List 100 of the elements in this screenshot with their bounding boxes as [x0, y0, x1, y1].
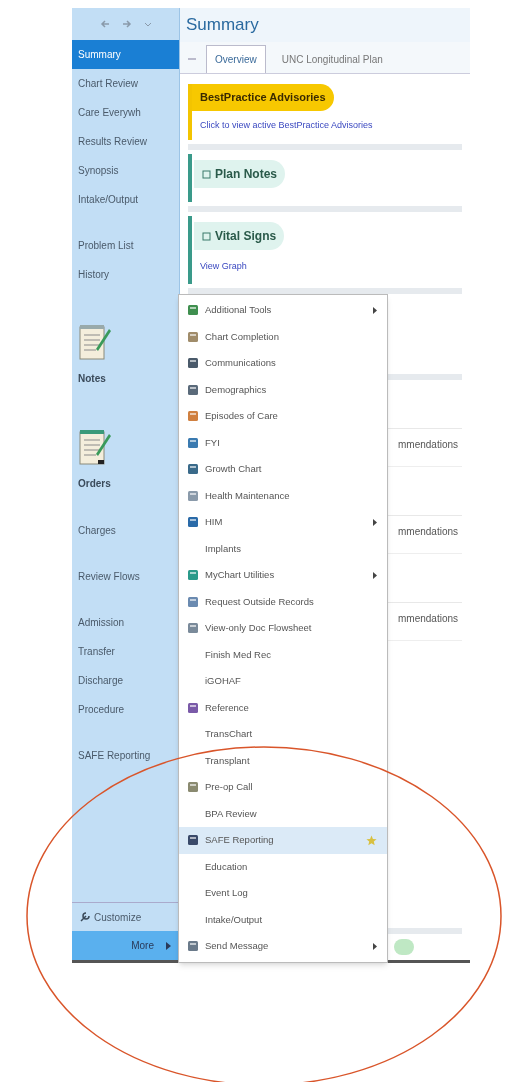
menu-item-icon	[187, 516, 199, 529]
sidebar-item[interactable]: Problem List	[72, 231, 179, 260]
menu-item-icon	[187, 781, 199, 794]
forward-arrow-icon[interactable]	[121, 19, 132, 29]
more-button[interactable]: More	[72, 931, 179, 960]
sidebar-item[interactable]: Results Review	[72, 127, 179, 156]
advisory-link[interactable]: Click to view active BestPractice Advisories	[192, 110, 462, 140]
menu-item[interactable]: Request Outside Records	[179, 588, 387, 615]
clipboard-icon	[78, 428, 112, 466]
recommendations-text: mmendations	[397, 611, 459, 626]
menu-item[interactable]: MyChart Utilities	[179, 562, 387, 589]
menu-item-icon	[187, 595, 199, 608]
wrench-icon	[80, 912, 90, 922]
menu-item-label: FYI	[205, 435, 221, 450]
menu-item[interactable]: Growth Chart	[179, 456, 387, 483]
sidebar-item[interactable]: Synopsis	[72, 156, 179, 185]
menu-item-label: Additional Tools	[205, 303, 273, 318]
menu-item[interactable]: Additional Tools	[179, 297, 387, 324]
menu-item-icon	[187, 436, 199, 449]
menu-item[interactable]: Event Log	[179, 880, 387, 907]
menu-item-label: Growth Chart	[205, 462, 263, 477]
status-pill-icon	[394, 939, 414, 955]
star-icon	[366, 834, 377, 846]
menu-item-label: Reference	[205, 700, 250, 715]
submenu-arrow-icon	[373, 518, 377, 526]
menu-item-label: View-only Doc Flowsheet	[205, 621, 313, 636]
menu-item[interactable]: Intake/Output	[179, 906, 387, 933]
sidebar-item[interactable]: Admission	[72, 608, 179, 637]
sidebar-item[interactable]: Care Everywh	[72, 98, 179, 127]
tab[interactable]: UNC Longitudinal Plan	[273, 45, 391, 73]
menu-item-label: Episodes of Care	[205, 409, 279, 424]
caret-icon	[166, 941, 171, 950]
menu-item-icon	[187, 304, 199, 317]
page-title: Summary	[180, 8, 470, 42]
recommendations-text: mmendations	[397, 524, 459, 539]
more-label: More	[131, 939, 154, 953]
menu-item-icon	[187, 357, 199, 370]
menu-item-label: Transplant	[205, 753, 251, 768]
notepad-icon	[78, 323, 112, 361]
sidebar-item[interactable]: Orders	[72, 411, 179, 499]
menu-item[interactable]: HIM	[179, 509, 387, 536]
sidebar-item[interactable]: Charges	[72, 516, 179, 545]
menu-item[interactable]: Education	[179, 853, 387, 880]
menu-item[interactable]: Reference	[179, 694, 387, 721]
menu-item-label: iGOHAF	[205, 674, 242, 689]
menu-item[interactable]: Implants	[179, 535, 387, 562]
menu-item[interactable]: SAFE Reporting	[179, 827, 387, 854]
menu-item-icon	[187, 569, 199, 582]
menu-item[interactable]: Demographics	[179, 376, 387, 403]
sidebar-item[interactable]: Chart Review	[72, 69, 179, 98]
menu-item-icon	[187, 383, 199, 396]
menu-item[interactable]: Transplant	[179, 747, 387, 774]
menu-item[interactable]: View-only Doc Flowsheet	[179, 615, 387, 642]
menu-item-icon	[187, 463, 199, 476]
sidebar-item[interactable]: Discharge	[72, 666, 179, 695]
menu-item[interactable]: iGOHAF	[179, 668, 387, 695]
menu-item[interactable]: BPA Review	[179, 800, 387, 827]
menu-item-icon	[187, 701, 199, 714]
menu-item-icon	[187, 622, 199, 635]
menu-item[interactable]: Send Message	[179, 933, 387, 960]
back-arrow-icon[interactable]	[99, 19, 110, 29]
view-graph-link[interactable]: View Graph	[192, 250, 462, 274]
section-title: Vital Signs	[215, 228, 277, 245]
menu-item[interactable]: Episodes of Care	[179, 403, 387, 430]
sidebar-item[interactable]: Transfer	[72, 637, 179, 666]
menu-item[interactable]: Chart Completion	[179, 323, 387, 350]
menu-item[interactable]: FYI	[179, 429, 387, 456]
sidebar-item[interactable]: Notes	[72, 306, 179, 394]
submenu-arrow-icon	[373, 942, 377, 950]
menu-item-label: Event Log	[205, 886, 249, 901]
menu-item-icon	[187, 410, 199, 423]
sidebar-item[interactable]: Intake/Output	[72, 185, 179, 214]
menu-item-icon	[187, 330, 199, 343]
menu-item-label: Send Message	[205, 939, 270, 954]
menu-item-label: Pre-op Call	[205, 780, 254, 795]
menu-item[interactable]: TransChart	[179, 721, 387, 748]
menu-item-icon	[187, 834, 199, 847]
menu-item[interactable]: Pre-op Call	[179, 774, 387, 801]
sidebar-item[interactable]: Review Flows	[72, 562, 179, 591]
menu-item-icon	[187, 940, 199, 953]
menu-item-label: Finish Med Rec	[205, 647, 272, 662]
recommendations-text: mmendations	[397, 437, 459, 452]
dropdown-caret-icon[interactable]	[143, 20, 152, 28]
menu-item-label: HIM	[205, 515, 224, 530]
menu-item-label: Implants	[205, 541, 242, 556]
menu-item-label: BPA Review	[205, 806, 258, 821]
submenu-arrow-icon	[373, 571, 377, 579]
sidebar-item[interactable]: Summary	[72, 40, 179, 69]
sidebar-item[interactable]: History	[72, 260, 179, 289]
section-title: Plan Notes	[215, 166, 277, 183]
menu-item[interactable]: Communications	[179, 350, 387, 377]
menu-item[interactable]: Health Maintenance	[179, 482, 387, 509]
menu-item[interactable]: Finish Med Rec	[179, 641, 387, 668]
advisory-header: BestPractice Advisories	[192, 84, 334, 111]
sidebar-item[interactable]: Procedure	[72, 695, 179, 724]
sidebar-item[interactable]: SAFE Reporting	[72, 741, 179, 770]
menu-item-label: Health Maintenance	[205, 488, 291, 503]
tab[interactable]: Overview	[206, 45, 266, 73]
menu-item-label: Demographics	[205, 382, 268, 397]
menu-item-label: MyChart Utilities	[205, 568, 276, 583]
